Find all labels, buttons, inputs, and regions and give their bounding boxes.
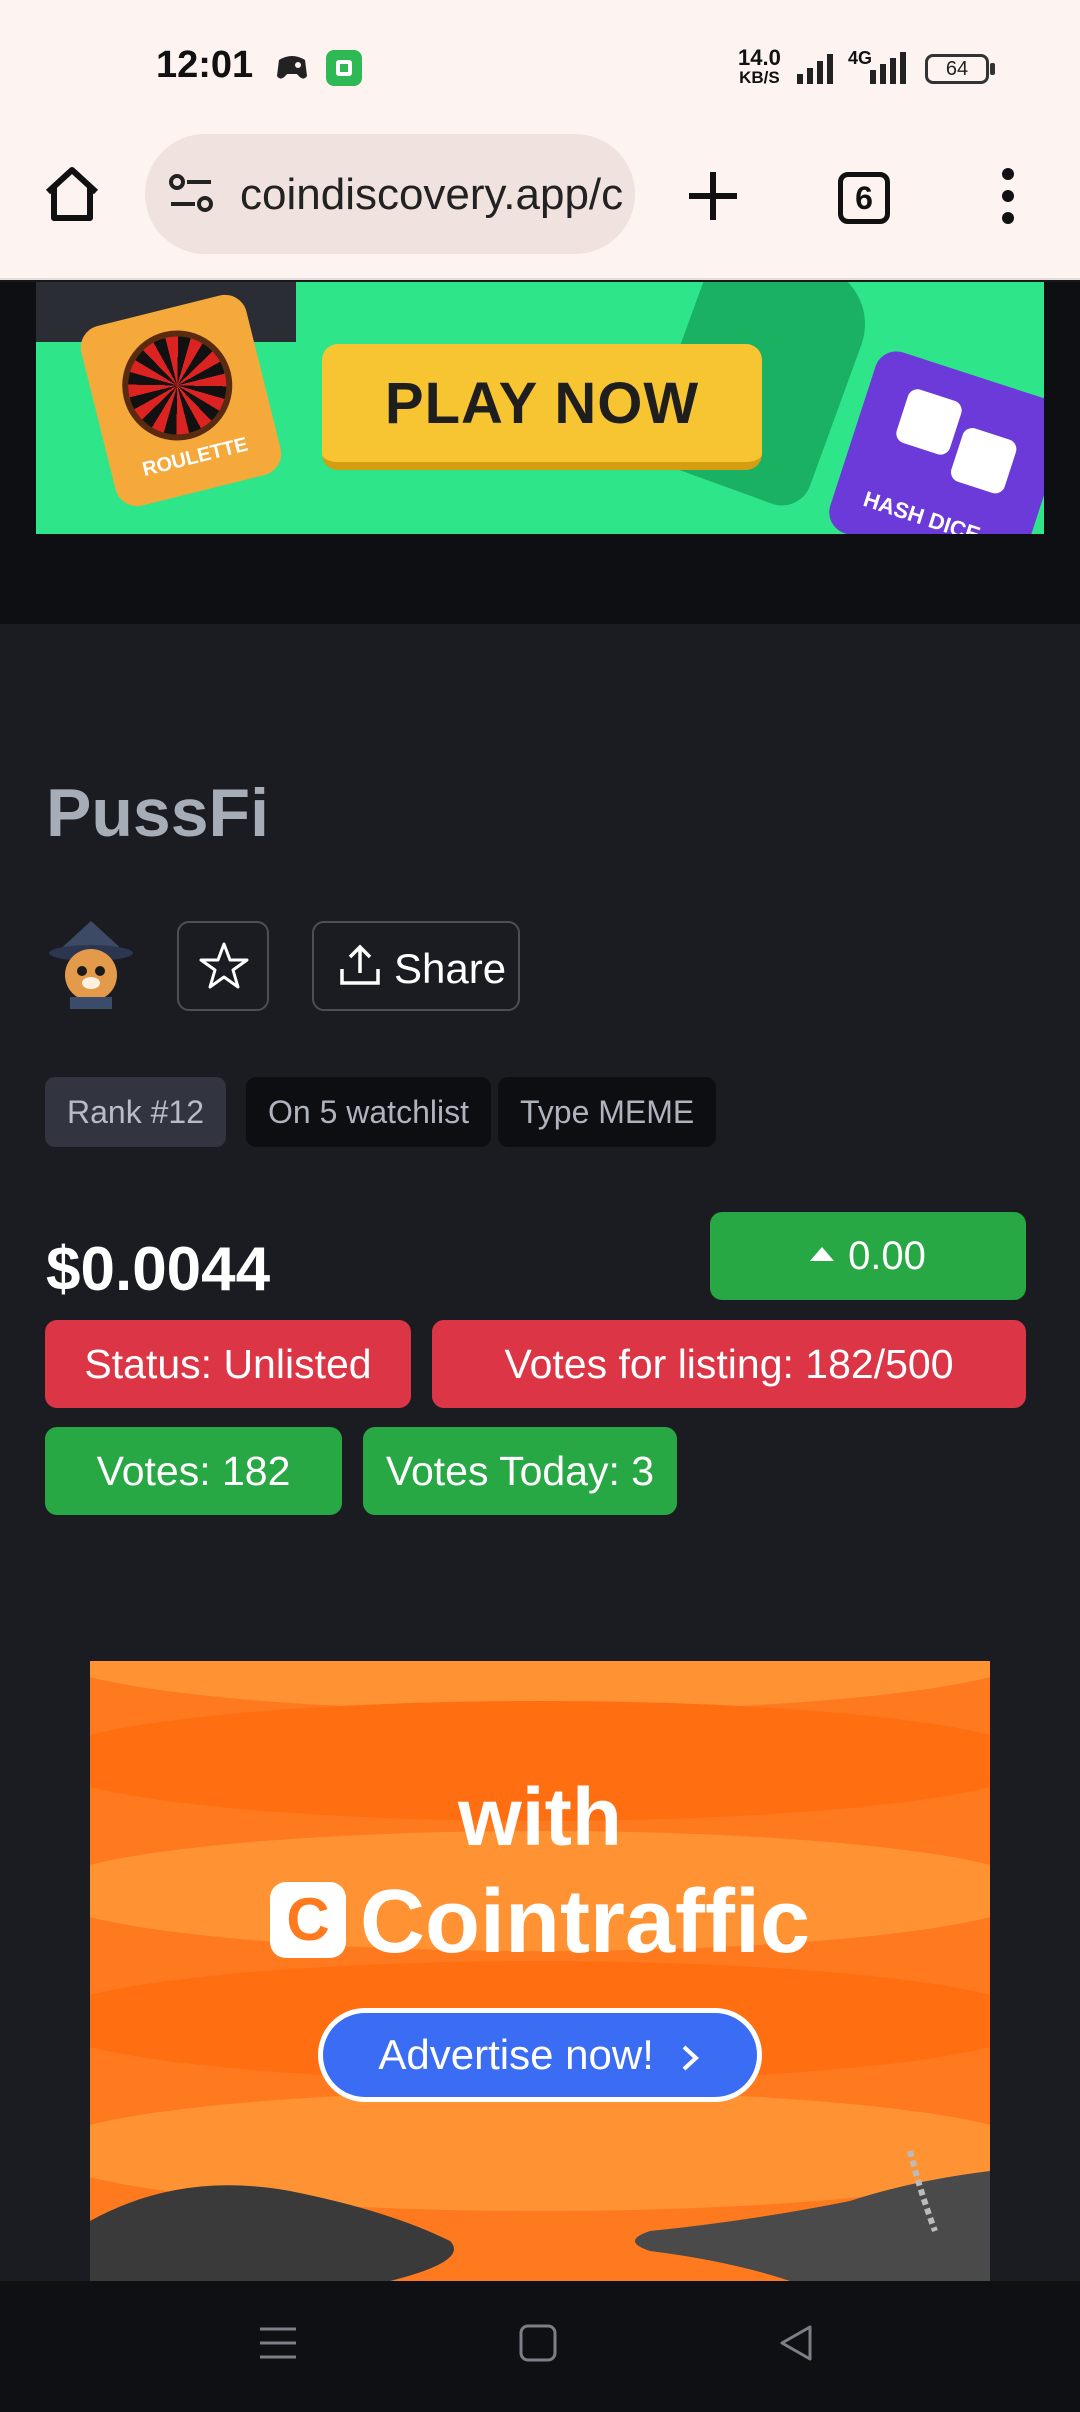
app-notification-icon <box>326 50 362 86</box>
cointraffic-ad[interactable]: with C Cointraffic Advertise now! <box>90 1661 990 2281</box>
site-settings-icon[interactable] <box>167 170 217 220</box>
home-icon[interactable] <box>40 162 104 226</box>
caret-up-icon <box>810 1247 835 1262</box>
system-nav-bar <box>0 2281 1080 2412</box>
coin-detail: PussFi Share Rank #12 On 5 watchlist Typ… <box>0 624 1080 2281</box>
home-nav-icon[interactable] <box>518 2323 558 2363</box>
coin-name: PussFi <box>46 775 269 851</box>
signal-4g-icon <box>870 52 906 84</box>
advertise-now-button[interactable]: Advertise now! <box>318 2008 762 2102</box>
browser-toolbar: coindiscovery.app/c 6 <box>0 120 1080 280</box>
status-time: 12:01 <box>156 44 254 86</box>
votes-badge[interactable]: Votes: 182 <box>45 1427 342 1515</box>
top-banner-ad[interactable]: ROULETTE PLAY NOW HASH DICE <box>36 282 1044 534</box>
watchlist-star-button[interactable] <box>177 921 269 1011</box>
roulette-wheel-icon <box>110 318 244 453</box>
more-menu-icon[interactable] <box>990 164 1026 228</box>
top-ad-section: ROULETTE PLAY NOW HASH DICE <box>0 282 1080 624</box>
play-now-button[interactable]: PLAY NOW <box>322 344 762 470</box>
signal-icon <box>797 54 833 84</box>
coin-price: $0.0044 <box>46 1235 271 1304</box>
die-icon <box>893 386 965 458</box>
url-text[interactable]: coindiscovery.app/c <box>240 170 623 220</box>
battery-icon: 64 <box>925 54 989 84</box>
rank-badge: Rank #12 <box>45 1077 226 1147</box>
die-icon <box>948 425 1019 497</box>
back-icon[interactable] <box>776 2323 816 2363</box>
new-tab-icon[interactable] <box>685 168 741 224</box>
share-button[interactable]: Share <box>312 921 520 1011</box>
hash-dice-card: HASH DICE <box>823 345 1044 534</box>
type-badge: Type MEME <box>498 1077 717 1147</box>
chevron-right-icon <box>682 2045 699 2071</box>
net-speed: 14.0 KB/S <box>738 45 781 88</box>
battery-tip <box>990 63 995 75</box>
votes-today-badge: Votes Today: 3 <box>363 1427 677 1515</box>
status-bar: 12:01 14.0 KB/S 4G 64 <box>0 0 1080 135</box>
ad-brand: C Cointraffic <box>90 1871 990 1974</box>
votes-for-listing-badge: Votes for listing: 182/500 <box>432 1320 1026 1408</box>
address-bar[interactable]: coindiscovery.app/c <box>145 134 635 254</box>
tab-switcher-button[interactable]: 6 <box>838 172 890 224</box>
cointraffic-logo-icon: C <box>270 1882 346 1959</box>
watchlist-badge: On 5 watchlist <box>246 1077 491 1147</box>
coin-avatar <box>49 921 133 1009</box>
listing-status-badge: Status: Unlisted <box>45 1320 411 1408</box>
ad-tagline: with <box>458 1772 622 1863</box>
hands-graphic <box>90 2150 990 2281</box>
share-icon <box>340 944 380 985</box>
menu-icon[interactable] <box>258 2323 298 2363</box>
star-icon <box>199 942 249 989</box>
share-label: Share <box>394 945 507 992</box>
gamepad-notification-icon <box>277 56 307 79</box>
price-change-badge: 0.00 <box>710 1212 1026 1300</box>
